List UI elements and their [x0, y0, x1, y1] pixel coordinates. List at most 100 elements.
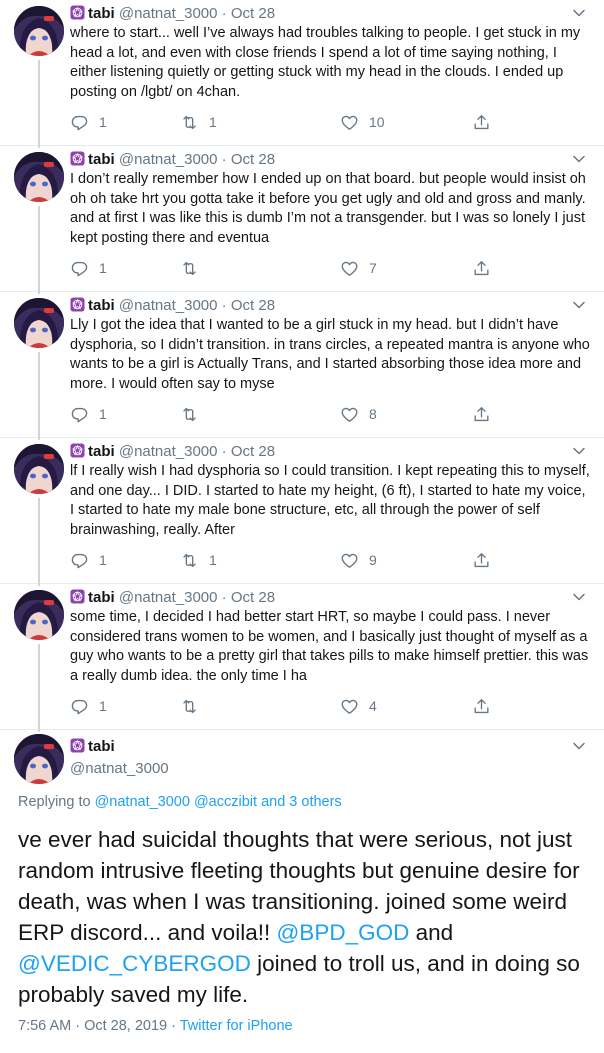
heart-icon: [340, 259, 359, 278]
star-badge-icon: [70, 151, 85, 166]
share-icon: [472, 259, 491, 278]
thread-connector: [38, 206, 40, 294]
chevron-down-icon[interactable]: [572, 154, 586, 164]
retweet-icon: [180, 113, 199, 132]
reply-button[interactable]: 1: [70, 112, 107, 132]
display-name[interactable]: tabi: [88, 5, 115, 22]
retweet-count: 1: [209, 114, 217, 130]
avatar[interactable]: [14, 590, 64, 640]
like-button[interactable]: 8: [340, 404, 377, 424]
handle[interactable]: @natnat_3000: [119, 297, 218, 314]
replying-users-link[interactable]: @natnat_3000 @acczibit: [95, 794, 257, 810]
display-name[interactable]: tabi: [88, 589, 115, 606]
avatar[interactable]: [14, 444, 64, 494]
avatar[interactable]: [14, 734, 64, 784]
handle[interactable]: @natnat_3000: [119, 589, 218, 606]
separator-dot: ·: [221, 5, 227, 22]
retweet-icon: [180, 697, 199, 716]
chevron-down-icon[interactable]: [572, 592, 586, 602]
tweet-header: tabi @natnat_3000 · Oct 28: [70, 589, 275, 607]
mention-link[interactable]: @BPD_GOD: [276, 920, 409, 945]
tweet-date[interactable]: Oct 28: [231, 151, 275, 168]
chevron-down-icon[interactable]: [572, 300, 586, 310]
retweet-icon: [180, 551, 199, 570]
display-name[interactable]: tabi: [88, 297, 115, 314]
share-button[interactable]: [472, 258, 491, 278]
tweet-date[interactable]: Oct 28: [231, 297, 275, 314]
reply-button[interactable]: 1: [70, 404, 107, 424]
share-button[interactable]: [472, 404, 491, 424]
reply-count: 1: [99, 260, 107, 276]
replying-to: Replying to @natnat_3000 @acczibit and 3…: [18, 794, 342, 810]
thread-connector: [38, 60, 40, 148]
thread-connector: [38, 644, 40, 732]
retweet-button[interactable]: 1: [180, 550, 217, 570]
handle[interactable]: @natnat_3000: [70, 760, 169, 777]
separator-dot: ·: [221, 151, 227, 168]
thread-tweet[interactable]: tabi @natnat_3000 · Oct 28 some time, I …: [0, 584, 604, 732]
thread: tabi @natnat_3000 · Oct 28 where to star…: [0, 0, 604, 732]
tweet-date[interactable]: Oct 28: [231, 443, 275, 460]
like-button[interactable]: 9: [340, 550, 377, 570]
tweet-actions: 1 1 10: [70, 112, 510, 132]
tweet-actions: 1 4: [70, 696, 510, 716]
reply-button[interactable]: 1: [70, 696, 107, 716]
handle[interactable]: @natnat_3000: [119, 5, 218, 22]
retweet-button[interactable]: [180, 404, 209, 424]
tweet-text: I don’t really remember how I ended up o…: [70, 171, 586, 246]
share-icon: [472, 551, 491, 570]
tweet-text: ve ever had suicidal thoughts that were …: [18, 824, 598, 1010]
chevron-down-icon[interactable]: [572, 741, 586, 751]
thread-tweet[interactable]: tabi @natnat_3000 · Oct 28 I don’t reall…: [0, 146, 604, 294]
like-button[interactable]: 7: [340, 258, 377, 278]
tweet-header: tabi @natnat_3000 · Oct 28: [70, 5, 275, 23]
handle[interactable]: @natnat_3000: [119, 443, 218, 460]
reply-icon: [70, 259, 89, 278]
thread-tweet[interactable]: tabi @natnat_3000 · Oct 28 where to star…: [0, 0, 604, 148]
retweet-icon: [180, 405, 199, 424]
star-badge-icon: [70, 443, 85, 458]
reply-icon: [70, 113, 89, 132]
tweet-date[interactable]: Oct 28: [231, 5, 275, 22]
avatar[interactable]: [14, 152, 64, 202]
thread-connector: [38, 352, 40, 440]
like-count: 10: [369, 114, 385, 130]
source-link[interactable]: Twitter for iPhone: [180, 1018, 293, 1034]
thread-tweet[interactable]: tabi @natnat_3000 · Oct 28 Lly I got the…: [0, 292, 604, 440]
handle[interactable]: @natnat_3000: [119, 151, 218, 168]
chevron-down-icon[interactable]: [572, 8, 586, 18]
retweet-button[interactable]: [180, 696, 209, 716]
replying-prefix: Replying to: [18, 794, 91, 810]
mention-link[interactable]: @VEDIC_CYBERGOD: [18, 951, 251, 976]
share-button[interactable]: [472, 696, 491, 716]
avatar[interactable]: [14, 298, 64, 348]
retweet-button[interactable]: [180, 258, 209, 278]
tweet-text: Lly I got the idea that I wanted to be a…: [70, 317, 590, 392]
replying-more-link[interactable]: and 3 others: [261, 794, 342, 810]
reply-button[interactable]: 1: [70, 258, 107, 278]
tweet-date[interactable]: Oct 28: [231, 589, 275, 606]
thread-tweet[interactable]: tabi @natnat_3000 · Oct 28 lf I really w…: [0, 438, 604, 586]
share-button[interactable]: [472, 550, 491, 570]
chevron-down-icon[interactable]: [572, 446, 586, 456]
heart-icon: [340, 697, 359, 716]
share-button[interactable]: [472, 112, 491, 132]
display-name[interactable]: tabi: [88, 151, 115, 168]
separator-dot: ·: [221, 589, 227, 606]
reply-button[interactable]: 1: [70, 550, 107, 570]
tweet-header: tabi @natnat_3000 · Oct 28: [70, 151, 275, 169]
timestamp[interactable]: 7:56 AM · Oct 28, 2019 ·: [18, 1018, 180, 1034]
avatar[interactable]: [14, 6, 64, 56]
like-button[interactable]: 4: [340, 696, 377, 716]
star-badge-icon: [70, 5, 85, 20]
like-button[interactable]: 10: [340, 112, 385, 132]
display-name[interactable]: tabi: [88, 443, 115, 460]
tweet-header: tabi @natnat_3000 · Oct 28: [70, 297, 275, 315]
retweet-button[interactable]: 1: [180, 112, 217, 132]
display-name[interactable]: tabi: [88, 738, 115, 755]
retweet-icon: [180, 259, 199, 278]
retweet-count: 1: [209, 552, 217, 568]
share-icon: [472, 697, 491, 716]
tweet-header: tabi @natnat_3000 · Oct 28: [70, 443, 275, 461]
display-name-row[interactable]: tabi: [70, 738, 115, 755]
